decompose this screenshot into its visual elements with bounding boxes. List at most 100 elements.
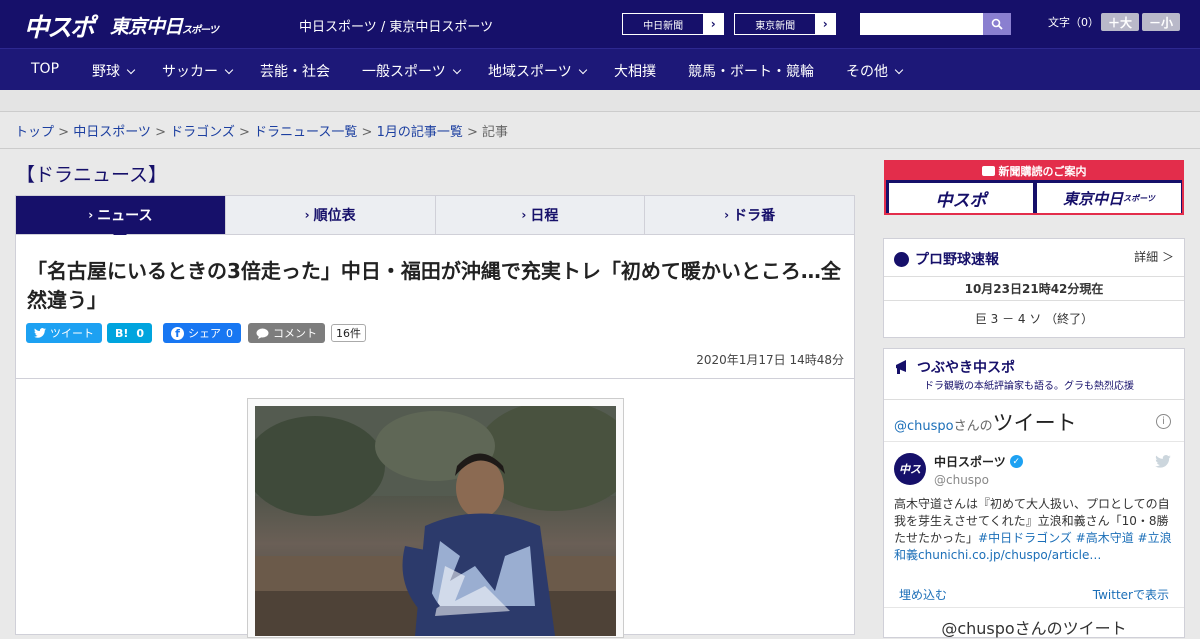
nav-baseball[interactable]: 野球 [92, 61, 136, 81]
nav-entertainment[interactable]: 芸能・社会 [260, 61, 330, 81]
nav-label: 芸能・社会 [260, 64, 330, 80]
twitter-bird-icon [34, 328, 46, 338]
score-timestamp: 10月23日21時42分現在 [964, 282, 1104, 296]
top-bar: 中スポ 東京中日スポーツ 中日スポーツ / 東京中日スポーツ 中日新聞 › 東京… [0, 0, 1200, 48]
tokyo-shimbun-button[interactable]: 東京新聞 › [734, 13, 836, 35]
breadcrumb-link[interactable]: 1月の記事一覧 [377, 125, 463, 140]
facebook-share-label: シェア [188, 327, 221, 340]
divider [16, 378, 854, 379]
breadcrumb-sep: > [54, 125, 74, 140]
chevron-right-icon: › [521, 208, 527, 222]
nav-regional-sports[interactable]: 地域スポーツ [488, 61, 587, 81]
tokyo-chunichi-logo[interactable]: 東京中日スポーツ [110, 12, 219, 39]
font-size-up-button[interactable]: ＋大 [1101, 13, 1139, 31]
chunichi-shimbun-button[interactable]: 中日新聞 › [622, 13, 724, 35]
chuspo-logo[interactable]: 中スポ [24, 8, 95, 44]
breadcrumb-link[interactable]: ドラニュース一覧 [254, 125, 357, 140]
facebook-share-button[interactable]: f シェア 0 [163, 323, 241, 343]
nav-label: サッカー [162, 64, 218, 80]
comment-bubble-icon [256, 328, 269, 339]
divider [884, 607, 1184, 608]
facebook-icon: f [171, 326, 184, 340]
chevron-right-icon: › [88, 208, 94, 222]
subscription-banner[interactable]: 新聞購読のご案内 中スポ 東京中日 スポーツ [884, 160, 1184, 215]
tab-label: ドラ番 [733, 208, 776, 224]
baseball-detail-link[interactable]: 詳細 ＞ [1134, 248, 1174, 265]
tokyo-shimbun-label: 東京新聞 [755, 20, 796, 32]
subscribe-tokyo-text: 東京中日 [1063, 189, 1124, 208]
tab-label: ニュース [97, 208, 153, 224]
twitter-timeline-header: @chuspoさんのツイート [894, 407, 1077, 437]
main-nav: TOP 野球 サッカー 芸能・社会 一般スポーツ 地域スポーツ 大相撲 競馬・ボ… [0, 48, 1200, 90]
baseball-score-widget: プロ野球速報 詳細 ＞ 10月23日21時42分現在 巨 3 － 4 ソ （終了… [883, 238, 1185, 338]
site-links[interactable]: 中日スポーツ / 東京中日スポーツ [299, 16, 493, 35]
baseball-icon [894, 251, 909, 267]
nav-other[interactable]: その他 [846, 61, 904, 81]
info-icon[interactable]: i [1156, 414, 1171, 429]
hatena-bookmark-button[interactable]: B! 0 [107, 323, 153, 343]
twitter-widget-title: つぶやき中スポ [917, 360, 1015, 376]
baseball-widget-title: プロ野球速報 [915, 252, 999, 268]
subscribe-chuspo[interactable]: 中スポ [889, 183, 1033, 213]
divider [884, 399, 1184, 400]
tweet-label: ツイート [50, 327, 94, 340]
account-avatar[interactable]: 中ス [894, 453, 926, 485]
breadcrumb-link[interactable]: トップ [15, 125, 54, 140]
twitter-widget-header: つぶやき中スポ [894, 357, 1015, 377]
baseball-widget-header: プロ野球速報 [894, 249, 999, 269]
divider [0, 148, 1200, 149]
breadcrumb-link[interactable]: ドラゴンズ [170, 125, 235, 140]
breadcrumb-link[interactable]: 中日スポーツ [73, 125, 151, 140]
nav-label: 大相撲 [614, 64, 656, 80]
divider [884, 276, 1184, 277]
tweet-link[interactable]: chunichi.co.jp/chuspo/article… [918, 548, 1101, 562]
section-title: 【ドラニュース】 [16, 164, 168, 186]
tab-standings[interactable]: › 順位表 [226, 196, 436, 234]
subscription-banner-title: 新聞購読のご案内 [886, 162, 1182, 180]
game-score[interactable]: 巨 3 － 4 ソ （終了） [884, 310, 1184, 327]
font-size-down-button[interactable]: －小 [1142, 13, 1180, 31]
tweet-button[interactable]: ツイート [26, 323, 102, 343]
article-photo[interactable] [255, 406, 616, 636]
tab-news[interactable]: › ニュース [16, 196, 226, 241]
search-button[interactable] [983, 13, 1011, 35]
breadcrumb-current: 記事 [482, 125, 509, 140]
timeline-handle[interactable]: @chuspo [894, 419, 954, 434]
twitter-widget-subtitle: ドラ観戦の本紙評論家も語る。グラも熱烈応援 [924, 381, 1134, 392]
nav-sumo[interactable]: 大相撲 [614, 61, 656, 81]
comment-count-badge[interactable]: 16件 [331, 324, 366, 342]
ad-strip [0, 90, 1200, 112]
chunichi-shimbun-label: 中日新聞 [643, 20, 684, 32]
nav-keiba[interactable]: 競馬・ボート・競輪 [688, 61, 814, 81]
search-input[interactable] [860, 13, 983, 35]
nav-soccer[interactable]: サッカー [162, 61, 234, 81]
nav-label: TOP [31, 61, 60, 77]
tab-schedule[interactable]: › 日程 [436, 196, 646, 234]
view-on-twitter-link[interactable]: Twitterで表示 [1093, 586, 1169, 603]
account-name: 中日スポーツ [934, 455, 1006, 469]
nav-general-sports[interactable]: 一般スポーツ [362, 61, 461, 81]
tokyo-logo-small: スポーツ [182, 25, 219, 36]
hatena-count: 0 [136, 326, 145, 340]
comment-button[interactable]: コメント [248, 323, 325, 343]
nav-label: 競馬・ボート・競輪 [688, 64, 814, 80]
section-tabs: › ニュース › 順位表 › 日程 › ドラ番 [15, 195, 855, 241]
tab-dora-ban[interactable]: › ドラ番 [645, 196, 854, 234]
timeline-footer[interactable]: @chuspoさんのツイート [884, 615, 1184, 639]
font-size-label: 文字（0） [1048, 16, 1099, 29]
subscribe-tokyo-chunichi[interactable]: 東京中日 スポーツ [1037, 183, 1181, 213]
account-name-row[interactable]: 中日スポーツ ✓ [934, 453, 1023, 470]
tab-label: 日程 [530, 208, 559, 224]
chevron-down-icon [452, 65, 461, 75]
twitter-bird-icon[interactable] [1155, 455, 1171, 468]
newspaper-icon [981, 166, 995, 176]
embed-link[interactable]: 埋め込む [899, 586, 947, 603]
twitter-widget: つぶやき中スポ ドラ観戦の本紙評論家も語る。グラも熱烈応援 @chuspoさんの… [883, 348, 1185, 638]
chevron-down-icon [894, 65, 904, 75]
account-handle[interactable]: @chuspo [934, 473, 989, 487]
divider [884, 441, 1184, 442]
comment-label: コメント [273, 327, 317, 340]
breadcrumb-sep: > [150, 125, 171, 140]
nav-top[interactable]: TOP [31, 61, 59, 77]
chevron-right-icon: › [724, 208, 730, 222]
